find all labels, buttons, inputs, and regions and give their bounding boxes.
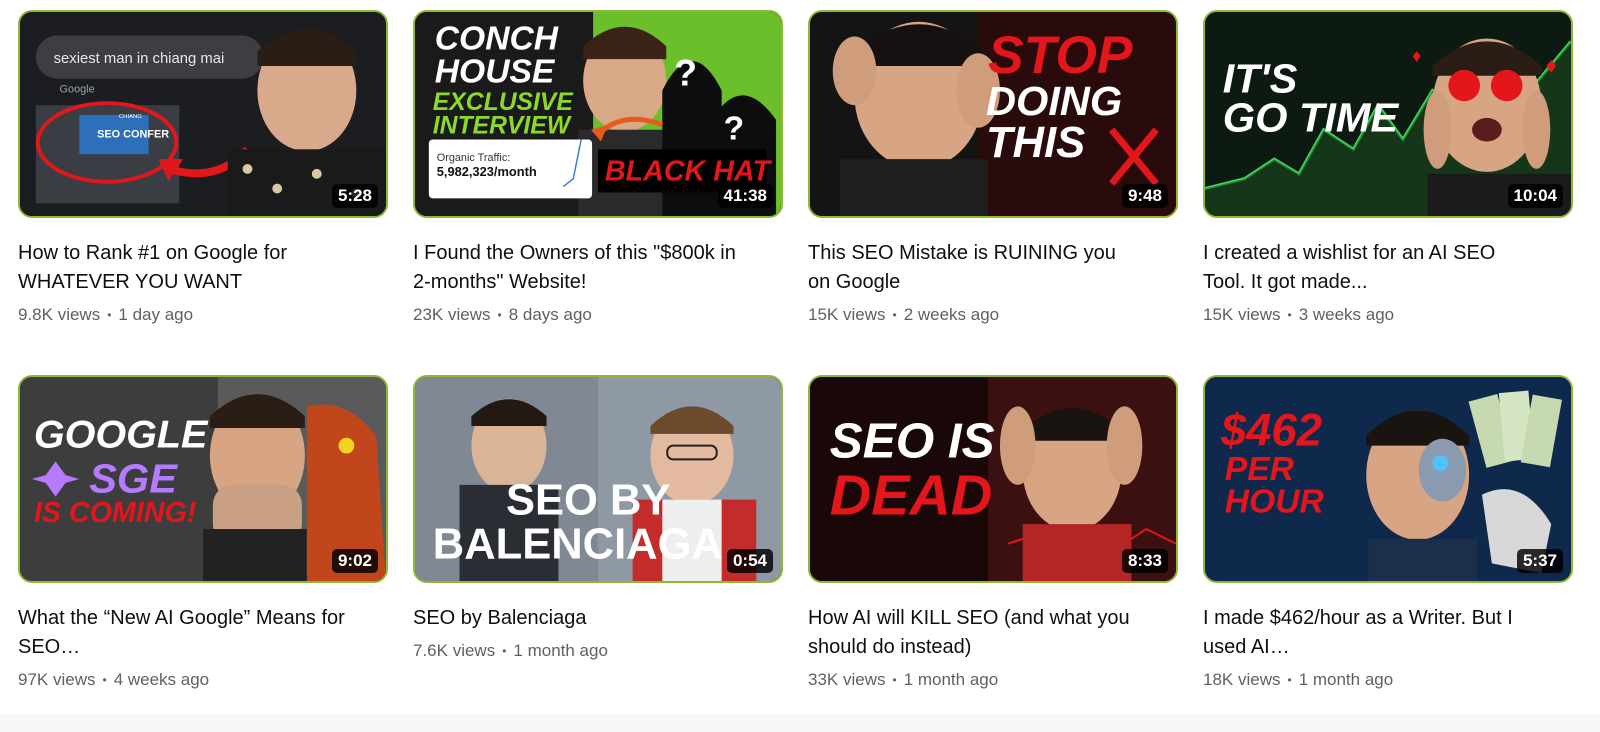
video-meta: 33K views • 1 month ago: [808, 670, 1178, 690]
video-meta: 15K views • 3 weeks ago: [1203, 305, 1573, 325]
view-count: 7.6K views: [413, 641, 496, 660]
svg-text:CONCH: CONCH: [435, 20, 559, 57]
view-count: 9.8K views: [18, 305, 101, 324]
video-duration: 8:33: [1121, 549, 1168, 573]
svg-text:GO TIME: GO TIME: [1223, 95, 1400, 141]
upload-age: 1 day ago: [118, 305, 194, 324]
view-count: 15K views: [1203, 305, 1281, 324]
view-count: 15K views: [808, 305, 886, 324]
video-thumbnail[interactable]: GOOGLE SGE IS COMING! 9:02: [18, 375, 388, 583]
video-duration: 41:38: [717, 184, 773, 208]
svg-text:SEO IS: SEO IS: [830, 414, 995, 469]
meta-separator: •: [497, 308, 502, 322]
video-meta: 9.8K views • 1 day ago: [18, 305, 388, 325]
svg-text:SGE: SGE: [89, 456, 178, 502]
upload-age: 4 weeks ago: [113, 670, 210, 689]
video-title[interactable]: I made $462/hour as a Writer. But I used…: [1203, 604, 1538, 662]
svg-text:SEO CONFER: SEO CONFER: [97, 129, 169, 141]
svg-text:BALENCIAGA: BALENCIAGA: [433, 521, 723, 569]
video-title[interactable]: SEO by Balenciaga: [413, 604, 748, 633]
video-card[interactable]: CONCH HOUSE EXCLUSIVE INTERVIEW ? ? Orga…: [413, 10, 783, 375]
video-duration: 5:37: [1516, 549, 1563, 573]
view-count: 23K views: [413, 305, 491, 324]
video-card[interactable]: sexiest man in chiang mai Google SEO CON…: [18, 10, 388, 375]
video-card[interactable]: IT'S GO TIME 10:04 I created a wishlist …: [1203, 10, 1573, 375]
video-meta: 18K views • 1 month ago: [1203, 670, 1573, 690]
svg-text:$462: $462: [1220, 405, 1322, 456]
thumb-search-text: sexiest man in chiang mai: [54, 51, 225, 67]
meta-separator: •: [1287, 673, 1292, 687]
meta-separator: •: [892, 673, 897, 687]
video-thumbnail[interactable]: CONCH HOUSE EXCLUSIVE INTERVIEW ? ? Orga…: [413, 10, 783, 218]
svg-text:DEAD: DEAD: [830, 464, 993, 528]
video-meta: 97K views • 4 weeks ago: [18, 670, 388, 690]
video-meta: 7.6K views • 1 month ago: [413, 641, 783, 661]
view-count: 18K views: [1203, 670, 1281, 689]
view-count: 97K views: [18, 670, 96, 689]
video-title[interactable]: How to Rank #1 on Google for WHATEVER YO…: [18, 239, 353, 297]
view-count: 33K views: [808, 670, 886, 689]
video-title[interactable]: This SEO Mistake is RUINING you on Googl…: [808, 239, 1143, 297]
meta-separator: •: [892, 308, 897, 322]
video-title[interactable]: I Found the Owners of this "$800k in 2-m…: [413, 239, 748, 297]
svg-text:Google: Google: [60, 83, 95, 95]
video-duration: 9:02: [331, 549, 378, 573]
upload-age: 1 month ago: [513, 641, 608, 660]
video-card[interactable]: SEO IS DEAD 8:33 How AI will KILL SEO (a…: [808, 375, 1178, 715]
video-thumbnail[interactable]: $462 PER HOUR 5:37: [1203, 375, 1573, 583]
video-grid: sexiest man in chiang mai Google SEO CON…: [18, 10, 1573, 715]
svg-text:DOING: DOING: [986, 78, 1122, 124]
video-card[interactable]: STOP DOING THIS 9:48 This SEO Mistake is…: [808, 10, 1178, 375]
meta-separator: •: [1287, 308, 1292, 322]
svg-text:HOUSE: HOUSE: [435, 54, 556, 91]
svg-text:Organic Traffic:: Organic Traffic:: [437, 152, 511, 164]
svg-text:5,982,323/month: 5,982,323/month: [437, 164, 537, 179]
svg-text:BLACK HAT: BLACK HAT: [605, 156, 773, 188]
meta-separator: •: [107, 308, 112, 322]
meta-separator: •: [102, 673, 107, 687]
svg-text:GOOGLE: GOOGLE: [34, 413, 209, 457]
video-card[interactable]: GOOGLE SGE IS COMING! 9:02 What the “New…: [18, 375, 388, 715]
upload-age: 2 weeks ago: [903, 305, 1000, 324]
svg-text:HOUR: HOUR: [1225, 483, 1324, 520]
svg-text:CHIANG: CHIANG: [119, 114, 142, 120]
video-duration: 10:04: [1507, 184, 1563, 208]
video-duration: 5:28: [331, 184, 378, 208]
video-meta: 23K views • 8 days ago: [413, 305, 783, 325]
video-thumbnail[interactable]: SEO IS DEAD 8:33: [808, 375, 1178, 583]
video-title[interactable]: How AI will KILL SEO (and what you shoul…: [808, 604, 1143, 662]
upload-age: 1 month ago: [903, 670, 999, 689]
video-title[interactable]: I created a wishlist for an AI SEO Tool.…: [1203, 239, 1538, 297]
svg-text:INTERVIEW: INTERVIEW: [433, 113, 572, 140]
video-thumbnail[interactable]: SEO BY BALENCIAGA 0:54: [413, 375, 783, 583]
svg-text:?: ?: [674, 52, 697, 94]
video-thumbnail[interactable]: sexiest man in chiang mai Google SEO CON…: [18, 10, 388, 218]
svg-text:SEO BY: SEO BY: [506, 476, 671, 524]
video-meta: 15K views • 2 weeks ago: [808, 305, 1178, 325]
svg-text:IS COMING!: IS COMING!: [34, 497, 197, 529]
video-card[interactable]: $462 PER HOUR 5:37 I made $462/hour as a…: [1203, 375, 1573, 715]
video-thumbnail[interactable]: STOP DOING THIS 9:48: [808, 10, 1178, 218]
svg-text:THIS: THIS: [986, 119, 1085, 167]
svg-text:STOP: STOP: [988, 26, 1133, 85]
video-duration: 0:54: [726, 549, 773, 573]
video-thumbnail[interactable]: IT'S GO TIME 10:04: [1203, 10, 1573, 218]
video-duration: 9:48: [1121, 184, 1168, 208]
page-bottom-strip: [0, 714, 1600, 732]
upload-age: 1 month ago: [1298, 670, 1394, 689]
video-title[interactable]: What the “New AI Google” Means for SEO…: [18, 604, 353, 662]
svg-text:?: ?: [724, 111, 745, 148]
meta-separator: •: [502, 644, 507, 658]
video-card[interactable]: SEO BY BALENCIAGA 0:54 SEO by Balenciaga…: [413, 375, 783, 715]
upload-age: 8 days ago: [508, 305, 592, 324]
svg-text:PER: PER: [1225, 451, 1294, 488]
upload-age: 3 weeks ago: [1298, 305, 1395, 324]
